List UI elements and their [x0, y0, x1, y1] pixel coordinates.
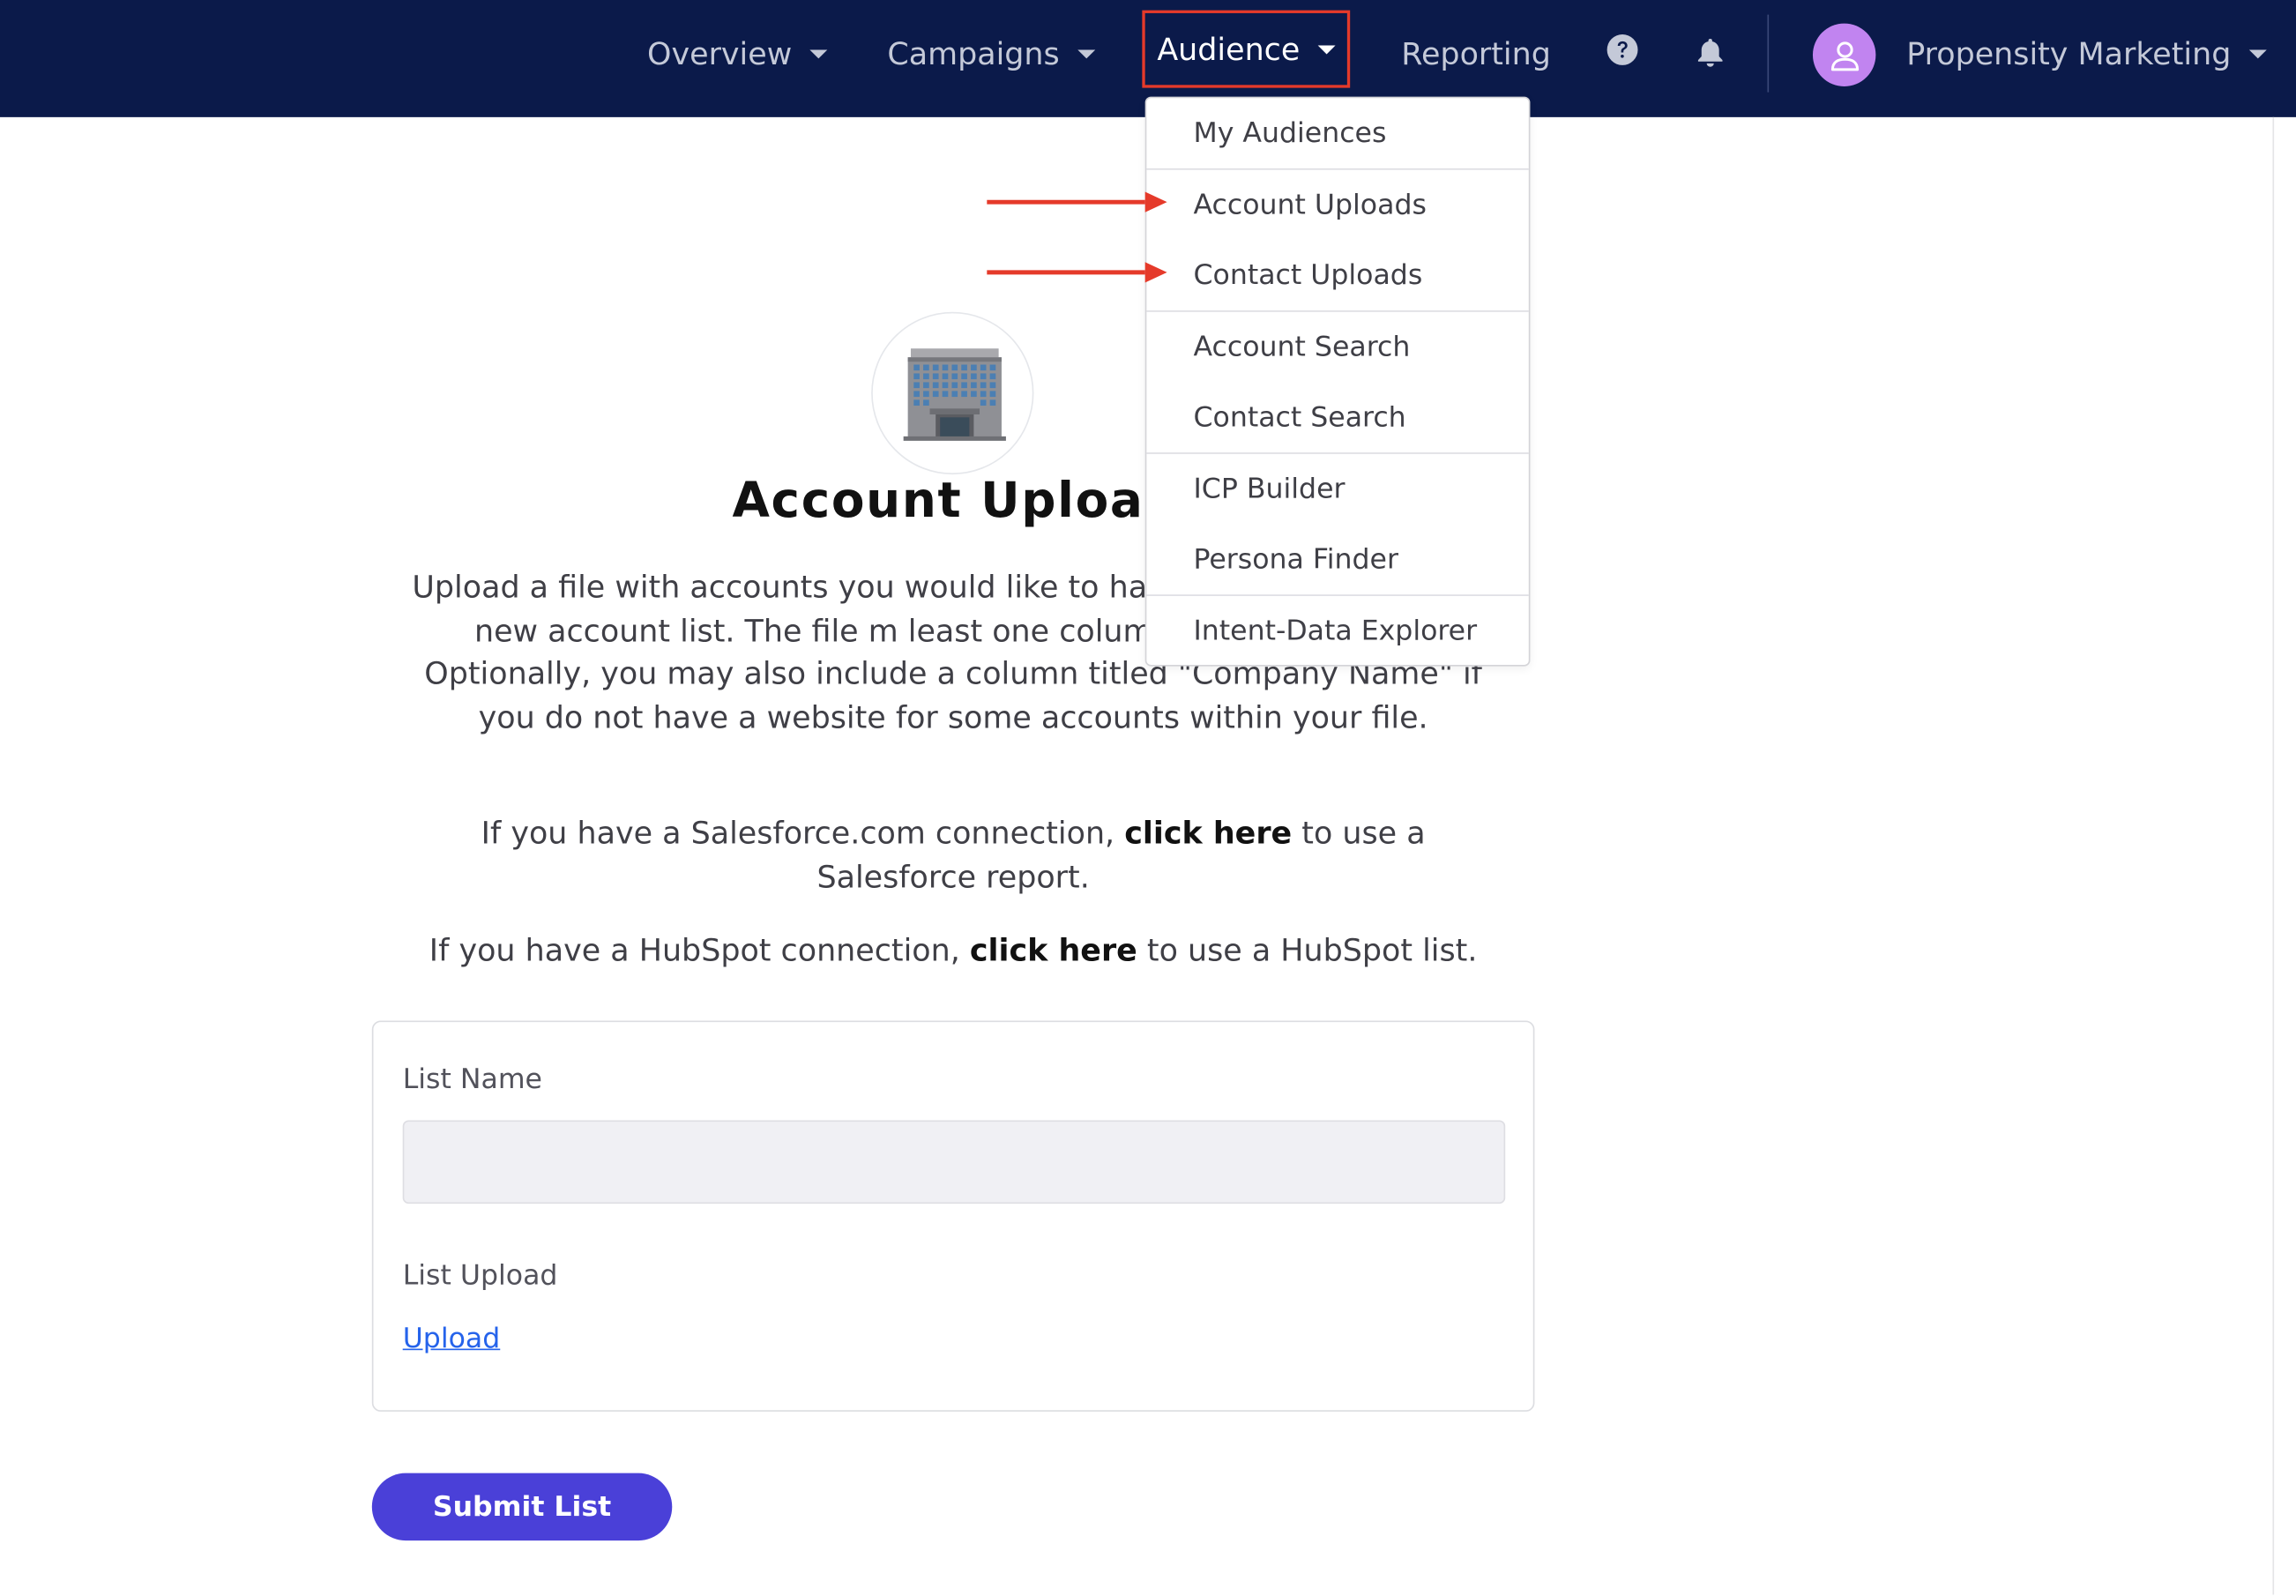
- menu-item-icp-builder[interactable]: ICP Builder: [1146, 454, 1528, 525]
- red-arrow-account-uploads-icon: [987, 191, 1167, 213]
- nav-divider: [1767, 14, 1770, 93]
- salesforce-text-before: If you have a Salesforce.com connection,: [481, 816, 1125, 851]
- bell-icon[interactable]: [1696, 37, 1725, 75]
- menu-item-account-search[interactable]: Account Search: [1146, 312, 1528, 383]
- chevron-down-icon: [1317, 44, 1336, 54]
- red-arrow-contact-uploads-icon: [987, 262, 1167, 283]
- menu-item-contact-search[interactable]: Contact Search: [1146, 382, 1528, 452]
- nav-reporting[interactable]: Reporting: [1401, 0, 1551, 108]
- user-name-label: Propensity Marketing: [1906, 36, 2232, 72]
- menu-item-account-uploads[interactable]: Account Uploads: [1146, 170, 1528, 241]
- menu-item-my-audiences[interactable]: My Audiences: [1146, 98, 1528, 168]
- salesforce-paragraph: If you have a Salesforce.com connection,…: [399, 813, 1509, 899]
- office-building-icon: [903, 348, 1006, 441]
- upload-form-card: [371, 1020, 1535, 1412]
- upload-link[interactable]: Upload: [403, 1323, 501, 1355]
- question-circle-icon[interactable]: [1606, 34, 1639, 71]
- user-menu[interactable]: Propensity Marketing: [1906, 0, 2267, 108]
- hubspot-click-here-link[interactable]: click here: [970, 933, 1137, 968]
- hubspot-paragraph: If you have a HubSpot connection, click …: [399, 930, 1509, 973]
- nav-overview[interactable]: Overview: [647, 0, 828, 108]
- nav-campaigns-label: Campaigns: [887, 36, 1060, 72]
- menu-item-contact-uploads[interactable]: Contact Uploads: [1146, 240, 1528, 310]
- nav-reporting-label: Reporting: [1401, 36, 1551, 72]
- nav-audience[interactable]: Audience: [1142, 10, 1351, 88]
- nav-campaigns[interactable]: Campaigns: [887, 0, 1095, 108]
- page-title: Account Uploac: [732, 471, 1174, 529]
- list-name-input[interactable]: [402, 1120, 1506, 1204]
- submit-list-button[interactable]: Submit List: [371, 1473, 673, 1541]
- avatar[interactable]: [1812, 23, 1876, 86]
- user-icon: [1830, 41, 1859, 71]
- hubspot-text-before: If you have a HubSpot connection,: [429, 932, 970, 968]
- nav-audience-label: Audience: [1157, 31, 1301, 67]
- building-icon-circle: [871, 311, 1034, 475]
- chevron-down-icon: [1077, 49, 1095, 59]
- menu-item-intent-data-explorer[interactable]: Intent-Data Explorer: [1146, 596, 1528, 667]
- chevron-down-icon: [2248, 49, 2267, 59]
- salesforce-click-here-link[interactable]: click here: [1124, 816, 1292, 851]
- chevron-down-icon: [809, 49, 828, 59]
- page-right-border: [2272, 116, 2275, 1595]
- menu-item-persona-finder[interactable]: Persona Finder: [1146, 525, 1528, 595]
- nav-overview-label: Overview: [647, 36, 793, 72]
- audience-dropdown-menu: My Audiences Account Uploads Contact Upl…: [1144, 96, 1531, 667]
- hubspot-text-after: to use a HubSpot list.: [1137, 932, 1478, 968]
- list-name-label: List Name: [402, 1063, 542, 1096]
- list-upload-label: List Upload: [402, 1259, 558, 1292]
